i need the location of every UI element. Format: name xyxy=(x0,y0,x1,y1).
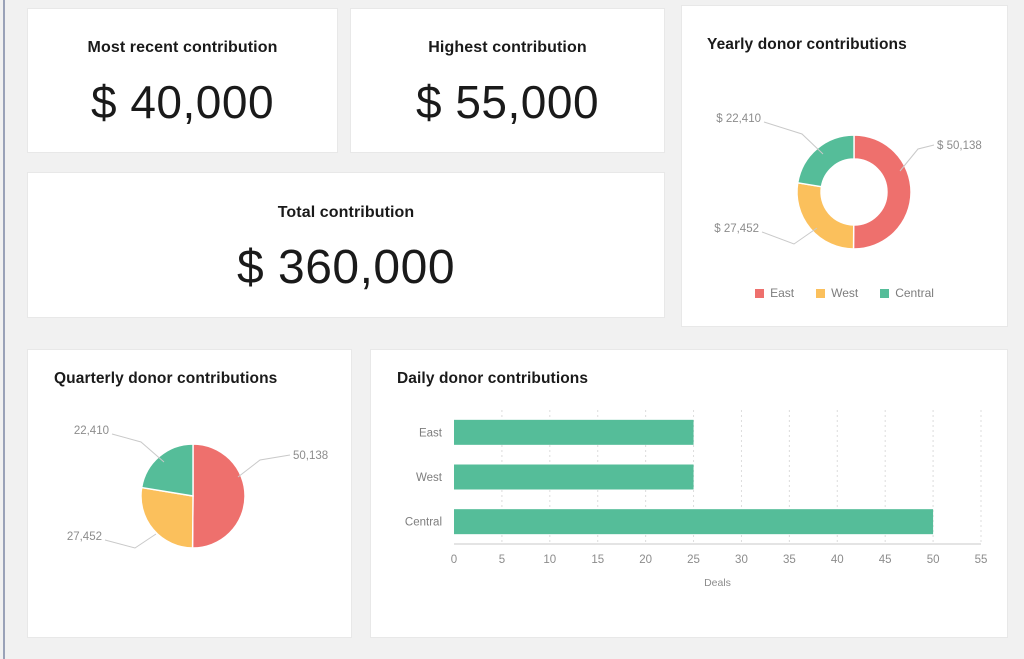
kpi-value: $ 55,000 xyxy=(415,76,600,128)
legend-label: East xyxy=(770,286,795,300)
x-axis-title: Deals xyxy=(704,577,731,589)
bar-west[interactable] xyxy=(454,464,694,490)
kpi-card-total-contribution[interactable]: Total contribution $ 360,000 xyxy=(27,172,665,318)
x-axis-tick-50: 50 xyxy=(927,554,940,566)
kpi-title: Total contribution xyxy=(277,204,415,221)
slice-value-label-central: 22,410 xyxy=(74,425,109,437)
x-axis-tick-15: 15 xyxy=(591,554,604,566)
slice-value-label-east: 50,138 xyxy=(293,450,328,462)
kpi-card-highest-contribution[interactable]: Highest contribution $ 55,000 xyxy=(350,8,665,153)
bar-central[interactable] xyxy=(454,509,934,535)
kpi-title: Highest contribution xyxy=(428,39,587,56)
slice-leader-line-central xyxy=(111,433,165,463)
slice-value-label-east: $ 50,138 xyxy=(937,140,982,152)
kpi-value: $ 40,000 xyxy=(90,76,275,128)
slice-leader-line-west xyxy=(104,533,157,549)
legend-item-east[interactable]: East xyxy=(755,286,794,300)
slice-value-label-west: $ 27,452 xyxy=(714,223,759,235)
kpi-title: Most recent contribution xyxy=(87,39,278,56)
legend-swatch xyxy=(755,288,765,298)
pie-slice-east[interactable] xyxy=(852,134,912,250)
slice-value-label-west: 27,452 xyxy=(67,531,102,543)
slice-value-label-central: $ 22,410 xyxy=(716,113,761,125)
legend-swatch xyxy=(880,288,890,298)
pie-slice-central[interactable] xyxy=(796,134,855,188)
panel-divider-line xyxy=(3,0,5,659)
x-axis-tick-40: 40 xyxy=(831,554,844,566)
x-axis-tick-20: 20 xyxy=(639,554,652,566)
legend-item-west[interactable]: West xyxy=(816,286,858,300)
x-axis-tick-30: 30 xyxy=(735,554,748,566)
chart-card-quarterly-donor-contributions[interactable]: Quarterly donor contributions 50,138 27,4… xyxy=(27,349,352,638)
yearly-donut-chart[interactable]: $ 50,138 $ 27,452 $ 22,410 xyxy=(682,6,1009,328)
pie-slice-east[interactable] xyxy=(191,443,246,549)
x-axis-tick-35: 35 xyxy=(783,554,796,566)
chart-card-daily-donor-contributions[interactable]: Daily donor contributions East West Centra… xyxy=(370,349,1008,638)
x-axis-tick-45: 45 xyxy=(879,554,892,566)
x-axis-tick-10: 10 xyxy=(543,554,556,566)
legend-label: West xyxy=(831,286,859,300)
bar-category-label-east: East xyxy=(419,427,443,439)
x-axis-tick-0: 0 xyxy=(451,554,457,566)
quarterly-pie-chart[interactable]: 50,138 27,452 22,410 xyxy=(28,350,353,639)
daily-bar-chart[interactable]: East West Central 0 5 10 15 20 25 30 35 40 45 50 55 Dea… xyxy=(371,350,1009,639)
left-panel-rail xyxy=(0,0,9,659)
x-axis-tick-5: 5 xyxy=(499,554,505,566)
x-axis-tick-25: 25 xyxy=(687,554,700,566)
legend-label: Central xyxy=(895,286,934,300)
kpi-card-most-recent-contribution[interactable]: Most recent contribution $ 40,000 xyxy=(27,8,338,153)
chart-card-yearly-donor-contributions[interactable]: Yearly donor contributions $ 50,138 $ 27,… xyxy=(681,5,1008,327)
kpi-value: $ 360,000 xyxy=(236,241,456,294)
bar-category-label-central: Central xyxy=(405,517,442,529)
x-axis-tick-55: 55 xyxy=(975,554,988,566)
slice-leader-line-west xyxy=(761,227,818,245)
legend-swatch xyxy=(816,288,826,298)
bar-category-label-west: West xyxy=(416,472,443,484)
pie-slice-west[interactable] xyxy=(796,181,855,250)
dashboard-root: Most recent contribution $ 40,000 Highes… xyxy=(0,0,1024,659)
slice-leader-line-central xyxy=(763,121,824,155)
slice-leader-line-east xyxy=(237,454,291,478)
bar-east[interactable] xyxy=(454,419,694,445)
legend-item-central[interactable]: Central xyxy=(880,286,934,300)
pie-slice-central[interactable] xyxy=(140,443,194,497)
chart-legend: East West Central xyxy=(682,286,1007,300)
